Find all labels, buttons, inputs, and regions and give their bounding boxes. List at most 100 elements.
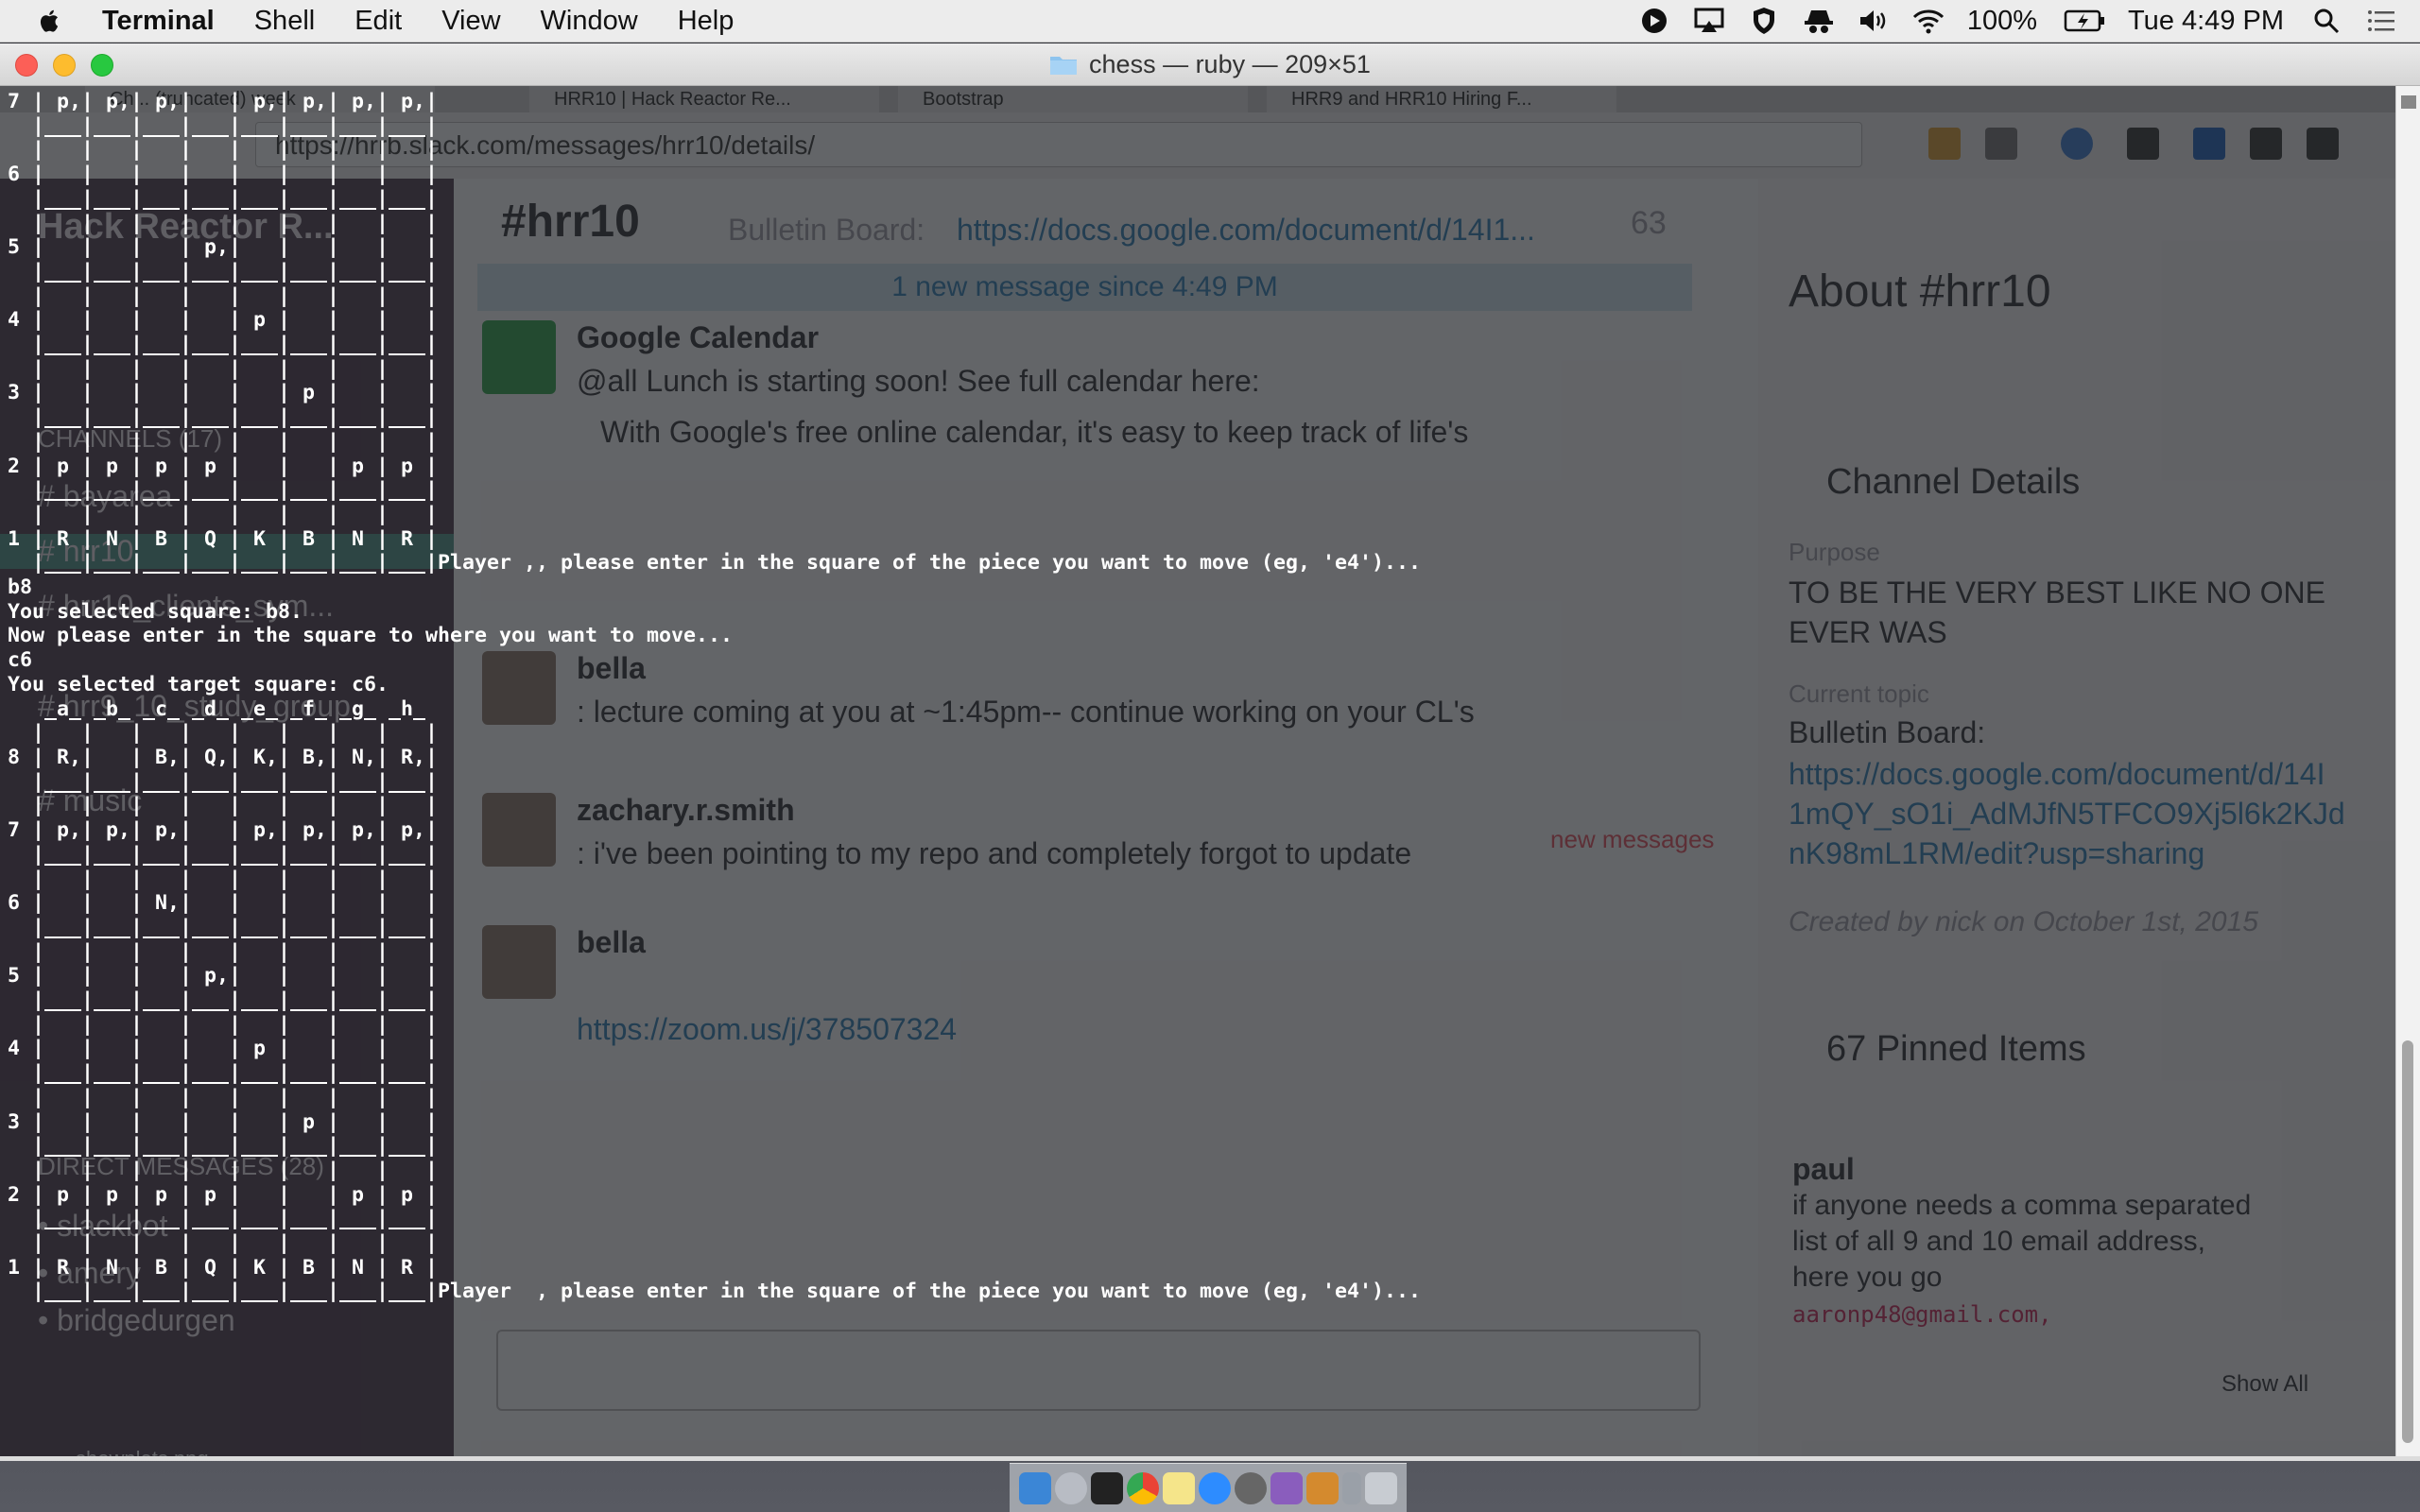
terminal-line: |___|___|___|___|___|___|___|___|	[32, 333, 439, 357]
terminal-line: You selected square: b8.	[8, 599, 303, 624]
terminal-line: |___|___|___|___|___|___|___|___|	[32, 186, 439, 211]
topic-link[interactable]: nK98mL1RM/edit?usp=sharing	[1789, 836, 2204, 871]
channel-details-pane: About #hrr10 Channel Details Purpose TO …	[1758, 179, 2395, 1456]
pin-text: here you go	[1792, 1262, 1943, 1293]
created-by: Created by nick on October 1st, 2015	[1789, 906, 2258, 937]
message-input[interactable]	[496, 1330, 1701, 1411]
wifi-icon[interactable]	[1912, 7, 1945, 35]
terminal-line: c6	[8, 648, 33, 673]
zoom-app-icon[interactable]	[1199, 1471, 1231, 1504]
extension-icon[interactable]	[2250, 128, 2282, 160]
purpose-label: Purpose	[1789, 538, 1880, 566]
system-preferences-icon[interactable]	[1235, 1471, 1267, 1504]
terminal-line: You selected target square: c6.	[8, 672, 389, 696]
terminal-line: | | | | | | | | |	[32, 721, 439, 746]
terminal-icon[interactable]	[1091, 1471, 1123, 1504]
terminal-line: 4 | | | | | p | | | |	[8, 308, 439, 333]
notes-icon[interactable]	[1163, 1471, 1195, 1504]
menu-help[interactable]: Help	[678, 6, 735, 37]
terminal-output[interactable]: 7 | p,| p,| p,| | p,| p,| p,| p,| |___|_…	[8, 90, 1421, 1304]
terminal-line: 5 | | | | p,| | | | |	[8, 235, 439, 260]
terminal-line: | | | | | | | | |	[32, 1012, 439, 1037]
extension-icon[interactable]	[2061, 128, 2093, 160]
menu-shell[interactable]: Shell	[254, 6, 316, 37]
terminal-line: 3 | | | | | | p | | |	[8, 381, 439, 405]
terminal-line: |___|___|___|___|___|___|___|___|	[32, 769, 439, 794]
terminal-line: 8 | R,| | B,| Q,| K,| B,| N,| R,|	[8, 745, 439, 769]
details-title: About #hrr10	[1789, 266, 2051, 317]
launchpad-icon[interactable]	[1055, 1471, 1087, 1504]
menu-view[interactable]: View	[441, 6, 500, 37]
dock	[1010, 1463, 1407, 1512]
trash-icon[interactable]	[1365, 1471, 1397, 1504]
window-title: chess — ruby — 209×51	[0, 43, 2420, 85]
terminal-scrollbar[interactable]	[2395, 86, 2420, 1456]
terminal-line: Now please enter in the square to where …	[8, 624, 734, 648]
menu-bar-status-area: 100% Tue 4:49 PM	[1638, 0, 2420, 42]
airplay-icon[interactable]	[1693, 7, 1725, 35]
preview-icon[interactable]	[1306, 1471, 1339, 1504]
terminal-line: 2 | p | p | p | p | | | p | p |	[8, 1182, 439, 1207]
extension-icon[interactable]	[1928, 128, 1961, 160]
terminal-line: 6 | | | N,| | | | | |	[8, 891, 439, 916]
media-status-icon[interactable]	[1638, 7, 1670, 35]
download-filename[interactable]: showplots.png	[76, 1447, 209, 1456]
terminal-line: | | | | | | | | |	[32, 429, 439, 454]
extension-icon[interactable]	[2193, 128, 2225, 160]
chrome-icon[interactable]	[1127, 1471, 1159, 1504]
slack-icon[interactable]	[1270, 1471, 1303, 1504]
menu-app-name[interactable]: Terminal	[102, 6, 215, 37]
terminal-line: | | | | | | | | |	[32, 1085, 439, 1109]
scroll-indicator-icon[interactable]	[2401, 95, 2416, 109]
shield-icon[interactable]	[1748, 7, 1780, 35]
terminal-line: | | | | | | | | |	[32, 138, 439, 163]
terminal-window: chess — ruby — 209×51 Ch... (truncated) …	[0, 43, 2420, 1461]
volume-icon[interactable]	[1858, 7, 1890, 35]
topic-link[interactable]: https://docs.google.com/document/d/14I	[1789, 757, 2325, 792]
terminal-line: | | | | | | | | |	[32, 867, 439, 891]
show-all-button[interactable]: Show All	[2221, 1371, 2308, 1398]
terminal-line: | | | | | | | | |	[32, 502, 439, 526]
extension-icon[interactable]	[2127, 128, 2159, 160]
menu-window[interactable]: Window	[541, 6, 638, 37]
terminal-line: | | | | | | | | |	[32, 211, 439, 235]
topic-link[interactable]: 1mQY_sO1i_AdMJfN5TFCO9Xj5l6k2KJd	[1789, 797, 2345, 832]
terminal-line: |___|___|___|___|___|___|___|___|	[32, 988, 439, 1013]
terminal-line: b8	[8, 576, 33, 600]
terminal-line: _a_ _b_ _c_ _d_ _e_ _f_ _g_ _h_	[44, 696, 426, 721]
terminal-line: |___|___|___|___|___|___|___|___|	[32, 259, 439, 284]
pin-author[interactable]: paul	[1792, 1152, 1855, 1187]
documents-stack-icon[interactable]	[1342, 1471, 1361, 1504]
details-section[interactable]: Channel Details	[1826, 462, 2080, 503]
pinned-items[interactable]: 67 Pinned Items	[1826, 1029, 2086, 1070]
scrollbar-thumb[interactable]	[2402, 1040, 2413, 1443]
zoom-icon[interactable]	[1985, 128, 2017, 160]
spotlight-search-icon[interactable]	[2310, 7, 2342, 35]
finder-icon[interactable]	[1019, 1471, 1051, 1504]
terminal-line: 7 | p,| p,| p,| | p,| p,| p,| p,|	[8, 818, 439, 843]
terminal-line: |___|___|___|___|___|___|___|___|	[32, 842, 439, 867]
terminal-line: 2 | p | p | p | p | | | p | p |	[8, 454, 439, 478]
battery-charging-icon[interactable]	[2064, 7, 2105, 35]
pin-text: if anyone needs a comma separated	[1792, 1190, 2252, 1221]
topic-label: Current topic	[1789, 679, 1929, 708]
terminal-line: 4 | | | | | p | | | |	[8, 1037, 439, 1061]
menu-clock[interactable]: Tue 4:49 PM	[2128, 6, 2284, 37]
terminal-line: |___|___|___|___|___|___|___|___|	[32, 1061, 439, 1086]
menu-edit[interactable]: Edit	[354, 6, 402, 37]
incognito-icon[interactable]	[1803, 7, 1835, 35]
terminal-content[interactable]: Ch... (truncated) week HRR10 | Hack Reac…	[0, 86, 2395, 1456]
notification-center-icon[interactable]	[2365, 7, 2397, 35]
extension-icon[interactable]	[2307, 128, 2339, 160]
terminal-line: 1 | R | N | B | Q | K | B | N | R |	[8, 526, 439, 551]
window-titlebar[interactable]: chess — ruby — 209×51	[0, 43, 2420, 86]
pin-text: list of all 9 and 10 email address,	[1792, 1226, 2205, 1257]
apple-menu-icon[interactable]	[36, 7, 64, 35]
terminal-line: 6 | | | | | | | | |	[8, 163, 439, 187]
purpose-text: TO BE THE VERY BEST LIKE NO ONE	[1789, 576, 2325, 610]
terminal-line: |___|___|___|___|___|___|___|___|Player …	[32, 551, 1422, 576]
terminal-line: | | | | | | | | |	[32, 1158, 439, 1182]
terminal-line: |___|___|___|___|___|___|___|___|	[32, 1134, 439, 1159]
member-count[interactable]: 63	[1631, 205, 1667, 242]
dm-item[interactable]: • bridgedurgen	[38, 1303, 235, 1338]
